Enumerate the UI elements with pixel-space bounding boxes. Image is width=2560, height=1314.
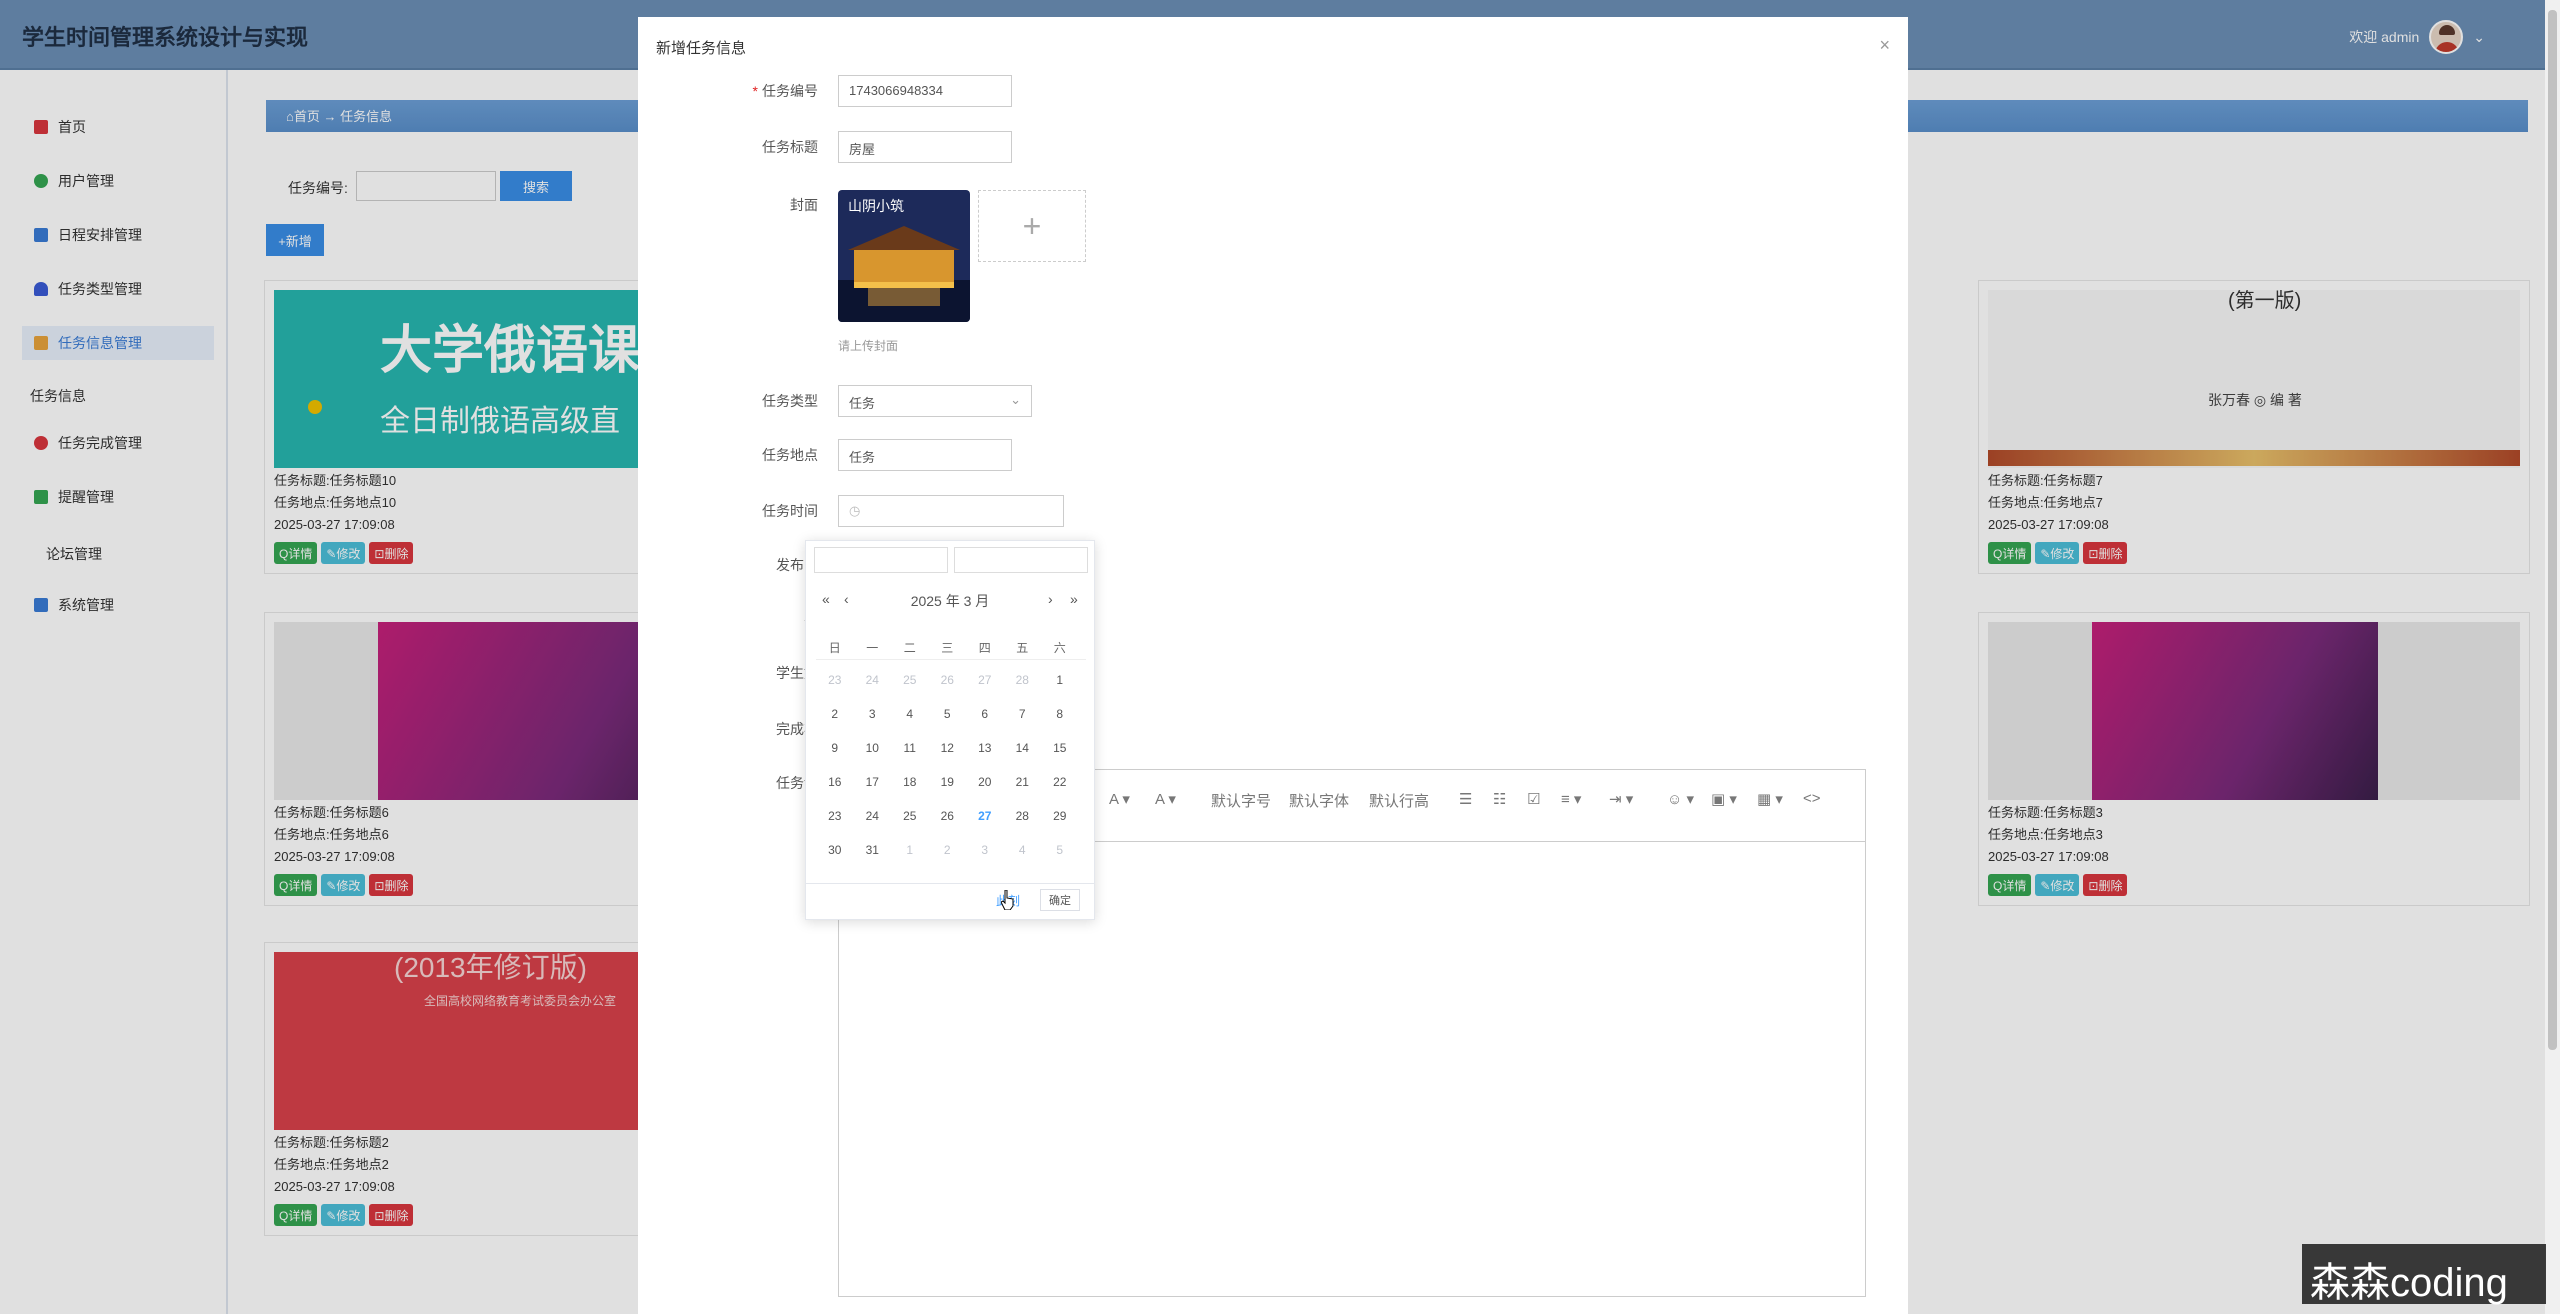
publish-label: 发布时 (776, 557, 818, 573)
close-icon[interactable]: × (1879, 35, 1890, 56)
bg-color-button[interactable]: A ▾ (1155, 790, 1176, 808)
code-label: * 任务编号 (752, 83, 818, 99)
align-icon[interactable]: ≡ ▾ (1561, 790, 1581, 808)
time-label: 任务时间 (762, 503, 818, 519)
place-label: 任务地点 (762, 447, 818, 463)
title-label: 任务标题 (762, 139, 818, 155)
picker-footer: 此刻 确定 (806, 883, 1094, 921)
cover-label: 封面 (790, 197, 818, 213)
weekday-header: 日一二三四五六 (828, 641, 1066, 655)
date-picker-panel: « ‹ 2025 年 3 月 › » 日一二三四五六 23 24 25 26 27 28 1… (805, 540, 1095, 920)
cover-image[interactable]: 山阴小筑 (838, 190, 970, 322)
calendar-week[interactable]: 2345678 (816, 707, 1086, 721)
calendar-week[interactable]: 30 31 1 2 3 4 5 (816, 843, 1086, 857)
table-icon[interactable]: ▦ ▾ (1757, 790, 1783, 808)
calendar-week[interactable]: 23 24 25 26 27 28 1 (816, 673, 1086, 687)
watermark: 森森coding (2302, 1244, 2546, 1305)
type-label: 任务类型 (762, 393, 818, 409)
next-year-icon[interactable]: » (1070, 591, 1078, 607)
page-scrollbar[interactable] (2545, 0, 2560, 1314)
place-input[interactable]: 任务 (838, 439, 1012, 471)
emoji-icon[interactable]: ☺ ▾ (1667, 790, 1694, 808)
pointer-cursor-icon (1001, 890, 1014, 910)
calendar-week[interactable]: 23 24 25 26 27 28 29 (816, 809, 1086, 823)
title-input[interactable]: 房屋 (838, 131, 1012, 163)
clock-icon: ◷ (849, 503, 861, 518)
indent-icon[interactable]: ⇥ ▾ (1609, 790, 1633, 808)
cover-hint: 请上传封面 (838, 339, 899, 353)
date-input[interactable] (814, 547, 948, 573)
chevron-down-icon: ⌄ (1010, 392, 1021, 407)
calendar-week[interactable]: 16 17 18 19 20 21 22 (816, 775, 1086, 789)
code-icon[interactable]: <> (1803, 790, 1821, 807)
image-icon[interactable]: ▣ ▾ (1711, 790, 1737, 808)
next-month-icon[interactable]: › (1048, 591, 1053, 607)
status-label: 完成状 (776, 721, 818, 737)
upload-add-button[interactable]: + (978, 190, 1086, 262)
font-color-button[interactable]: A ▾ (1109, 790, 1130, 808)
font-family-select[interactable]: 默认字体 (1289, 790, 1349, 811)
bullet-list-icon[interactable]: ☰ (1459, 790, 1472, 808)
time-input[interactable]: ◷ (838, 495, 1064, 527)
scrollbar-thumb[interactable] (2548, 10, 2557, 1050)
detail-label: 任务详 (776, 775, 818, 791)
calendar-week[interactable]: 9 10 11 12 13 14 15 (816, 741, 1086, 755)
font-size-select[interactable]: 默认字号 (1211, 790, 1271, 811)
dialog-title: 新增任务信息 (656, 40, 747, 57)
numbered-list-icon[interactable]: ☷ (1493, 790, 1506, 808)
student-name-label: 学生姓 (776, 665, 818, 681)
line-height-select[interactable]: 默认行高 (1369, 790, 1429, 811)
todo-icon[interactable]: ☑ (1527, 790, 1540, 808)
student-label: 学 (698, 609, 818, 629)
type-select[interactable]: 任务 ⌄ (838, 385, 1032, 417)
time-input-panel[interactable] (954, 547, 1088, 573)
code-input[interactable]: 1743066948334 (838, 75, 1012, 107)
confirm-button[interactable]: 确定 (1040, 889, 1080, 911)
